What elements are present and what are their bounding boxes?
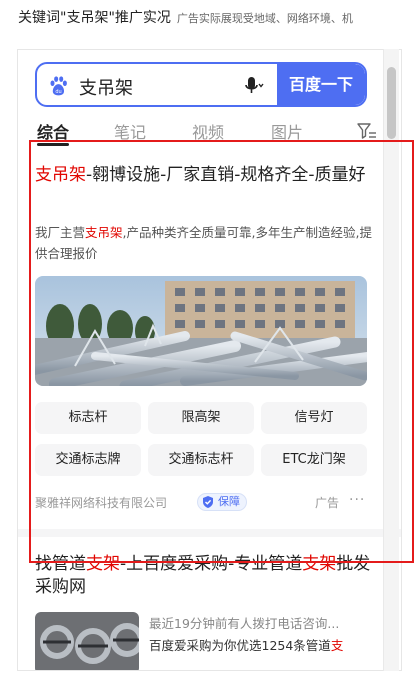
result2-summary-keyword: 支 <box>330 638 344 653</box>
result2-activity: 最近19分钟前有人拨打电话咨询... <box>149 616 340 631</box>
result2-title-link[interactable]: 找管道支架-上百度爱采购-专业管道支架批发采购网 <box>35 553 375 599</box>
tab-notes[interactable]: 笔记 <box>114 119 146 143</box>
search-box[interactable]: du 支吊架 百度一下 <box>35 62 367 107</box>
result2-title-keyword: 支架 <box>86 554 120 574</box>
chip-sign-pole[interactable]: 标志杆 <box>35 402 141 434</box>
chip-traffic-sign[interactable]: 交通标志牌 <box>35 444 141 476</box>
chip-signal-light[interactable]: 信号灯 <box>261 402 367 434</box>
scrollbar-thumb[interactable] <box>387 67 396 139</box>
ad-label: 广告 <box>314 496 339 510</box>
filter-icon[interactable] <box>357 122 377 140</box>
ad-desc-prefix: 我厂主营 <box>35 225 86 240</box>
result-divider <box>18 529 401 537</box>
ad-description: 我厂主营支吊架,产品种类齐全质量可靠,多年生产制造经验,提供合理报价 <box>35 222 375 264</box>
result2-title-part: -上百度爱采购-专业管道 <box>120 554 303 574</box>
result-tabs: 综合 笔记 视频 图片 <box>35 116 385 146</box>
search-button[interactable]: 百度一下 <box>277 64 365 105</box>
result2-title-keyword: 支架 <box>302 554 337 574</box>
ad-product-image[interactable] <box>35 276 367 386</box>
mobile-search-preview: du 支吊架 百度一下 综合 笔记 视频 图片 支吊架-翱博设施-厂家直销-规格… <box>17 49 402 671</box>
chip-height-limiter[interactable]: 限高架 <box>148 402 254 434</box>
ad-footer: 聚雅祥网络科技有限公司 保障 广告 ··· <box>35 492 367 512</box>
caption-note: 广告实际展现受地域、网络环境、机 <box>176 12 353 25</box>
chip-etc-gantry[interactable]: ETC龙门架 <box>261 444 367 476</box>
advertiser-name[interactable]: 聚雅祥网络科技有限公司 <box>35 494 167 511</box>
ad-title-text: -翱博设施-厂家直销-规格齐全-质量好 <box>86 165 366 185</box>
page-caption: 关键词"支吊架"推广实况 广告实际展现受地域、网络环境、机 <box>18 7 417 29</box>
result2-title-part: 找管道 <box>35 554 86 574</box>
guarantee-badge[interactable]: 保障 <box>197 493 247 511</box>
result2-thumbnail[interactable] <box>35 612 139 671</box>
caption-title: 关键词"支吊架"推广实况 <box>18 10 171 26</box>
vertical-scrollbar[interactable] <box>383 49 399 671</box>
active-tab-indicator <box>37 143 69 146</box>
more-options-icon[interactable]: ··· <box>349 492 367 510</box>
svg-text:du: du <box>55 89 61 95</box>
ad-desc-keyword: 支吊架 <box>85 225 123 240</box>
guarantee-badge-label: 保障 <box>218 495 240 508</box>
result2-summary-text: 百度爱采购为你优选1254条管道 <box>149 638 331 653</box>
ad-title-keyword: 支吊架 <box>35 165 86 185</box>
result2-summary: 百度爱采购为你优选1254条管道支 <box>149 635 364 654</box>
microphone-icon[interactable] <box>241 74 265 98</box>
ad-title-link[interactable]: 支吊架-翱博设施-厂家直销-规格齐全-质量好 <box>35 163 375 188</box>
shield-check-icon <box>203 496 213 508</box>
tab-videos[interactable]: 视频 <box>192 119 224 143</box>
tab-all[interactable]: 综合 <box>37 119 69 143</box>
baidu-paw-icon: du <box>50 76 67 96</box>
search-input[interactable]: 支吊架 <box>79 74 133 100</box>
chip-traffic-sign-pole[interactable]: 交通标志杆 <box>148 444 254 476</box>
tab-images[interactable]: 图片 <box>271 119 303 143</box>
